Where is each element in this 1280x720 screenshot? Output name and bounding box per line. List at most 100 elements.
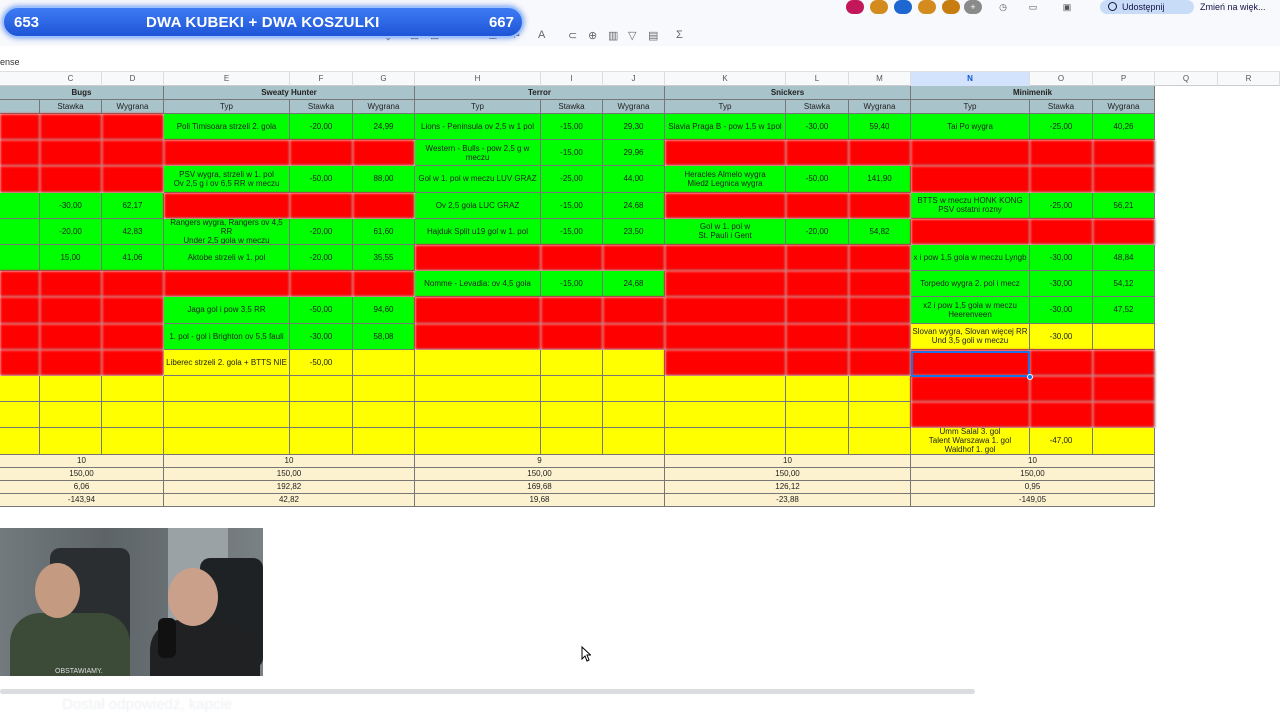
terror-stawka-cell[interactable]: -25,00 <box>541 166 603 193</box>
sweaty-stawka-cell[interactable]: -20,00 <box>290 114 353 141</box>
empty-cell[interactable] <box>665 428 786 455</box>
minimenik-stawka-cell[interactable]: -47,00 <box>1030 428 1093 455</box>
snickers-typ-cell[interactable] <box>665 140 786 167</box>
snickers-stawka-cell[interactable]: -20,00 <box>786 218 849 245</box>
profile-icon[interactable] <box>846 0 864 14</box>
minimenik-typ-cell[interactable] <box>911 376 1030 403</box>
snickers-stawka-cell[interactable] <box>786 297 849 324</box>
bugs-stawka-cell[interactable] <box>40 271 102 298</box>
subheader-stawka[interactable]: Stawka <box>541 100 603 114</box>
subheader-stawka[interactable]: Stawka <box>290 100 353 114</box>
sweaty-stawka-cell[interactable]: -30,00 <box>290 323 353 350</box>
bugs-wygrana-cell[interactable] <box>102 297 164 324</box>
column-header-q[interactable]: Q <box>1155 72 1218 86</box>
extension-icon[interactable] <box>894 0 912 14</box>
terror-wygrana-cell[interactable]: 24,68 <box>603 192 665 219</box>
sweaty-wygrana-cell[interactable] <box>353 192 415 219</box>
fill-handle[interactable] <box>1027 374 1033 380</box>
column-header-n[interactable]: N <box>911 72 1030 86</box>
column-header-k[interactable]: K <box>665 72 786 86</box>
minimenik-stawka-cell[interactable] <box>1030 402 1093 429</box>
bugs-wygrana-cell[interactable] <box>102 114 164 141</box>
snickers-stawka-cell[interactable] <box>786 245 849 272</box>
bugs-typ-cell[interactable] <box>0 245 40 272</box>
column-header-h[interactable]: H <box>415 72 541 86</box>
minimenik-typ-cell[interactable] <box>911 402 1030 429</box>
snickers-wygrana-cell[interactable] <box>849 140 911 167</box>
empty-cell[interactable] <box>164 376 290 403</box>
minimenik-typ-cell[interactable]: BTTS w meczu HONK KONG PSV ostatni rozny <box>911 192 1030 219</box>
terror-stawka-cell[interactable]: -15,00 <box>541 271 603 298</box>
minimenik-wygrana-cell[interactable] <box>1093 402 1155 429</box>
terror-stawka-cell[interactable]: -15,00 <box>541 218 603 245</box>
footer-snickers-row4[interactable]: -23,88 <box>665 493 911 507</box>
filter-views-icon[interactable]: ▤ <box>648 29 658 42</box>
footer-snickers-row3[interactable]: 126,12 <box>665 480 911 494</box>
minimenik-wygrana-cell[interactable] <box>1093 376 1155 403</box>
empty-cell[interactable] <box>849 402 911 429</box>
footer-sweaty-row4[interactable]: 42,82 <box>164 493 415 507</box>
terror-typ-cell[interactable] <box>415 297 541 324</box>
sweaty-wygrana-cell[interactable]: 35,55 <box>353 245 415 272</box>
sweaty-typ-cell[interactable] <box>164 271 290 298</box>
sweaty-stawka-cell[interactable]: -50,00 <box>290 349 353 376</box>
empty-cell[interactable] <box>40 428 102 455</box>
footer-minimenik-row1[interactable]: 10 <box>911 454 1155 468</box>
sweaty-wygrana-cell[interactable]: 94,60 <box>353 297 415 324</box>
empty-cell[interactable] <box>353 376 415 403</box>
extension-icon[interactable] <box>918 0 936 14</box>
empty-cell[interactable] <box>849 376 911 403</box>
bugs-typ-cell[interactable] <box>0 192 40 219</box>
empty-cell[interactable] <box>665 402 786 429</box>
column-header-m[interactable]: M <box>849 72 911 86</box>
add-comment-icon[interactable]: ⊕ <box>588 29 597 42</box>
column-header-f[interactable]: F <box>290 72 353 86</box>
sweaty-typ-cell[interactable] <box>164 192 290 219</box>
terror-wygrana-cell[interactable] <box>603 297 665 324</box>
sweaty-stawka-cell[interactable]: -20,00 <box>290 218 353 245</box>
minimenik-stawka-cell[interactable]: -30,00 <box>1030 271 1093 298</box>
present-icon[interactable]: ▣ <box>1058 0 1076 14</box>
minimenik-stawka-cell[interactable]: -30,00 <box>1030 323 1093 350</box>
empty-cell[interactable] <box>290 428 353 455</box>
sweaty-typ-cell[interactable]: Poli Timisoara strzeli 2. gola <box>164 114 290 141</box>
bugs-stawka-cell[interactable] <box>40 166 102 193</box>
snickers-typ-cell[interactable] <box>665 271 786 298</box>
sweaty-typ-cell[interactable] <box>164 140 290 167</box>
empty-cell[interactable] <box>164 428 290 455</box>
snickers-stawka-cell[interactable] <box>786 349 849 376</box>
minimenik-typ-cell[interactable]: Slovan wygra, Slovan więcej RR Und 3,5 g… <box>911 323 1030 350</box>
snickers-wygrana-cell[interactable] <box>849 192 911 219</box>
snickers-wygrana-cell[interactable] <box>849 323 911 350</box>
minimenik-stawka-cell[interactable] <box>1030 376 1093 403</box>
empty-cell[interactable] <box>290 376 353 403</box>
minimenik-wygrana-cell[interactable] <box>1093 166 1155 193</box>
snickers-stawka-cell[interactable]: -30,00 <box>786 114 849 141</box>
sweaty-wygrana-cell[interactable] <box>353 140 415 167</box>
subheader-stawka[interactable]: Stawka <box>786 100 849 114</box>
terror-typ-cell[interactable]: Lions - Peninsula ov 2,5 w 1 pol <box>415 114 541 141</box>
bugs-wygrana-cell[interactable]: 42,83 <box>102 218 164 245</box>
snickers-wygrana-cell[interactable]: 54,82 <box>849 218 911 245</box>
empty-cell[interactable] <box>603 402 665 429</box>
comment-icon[interactable]: ▭ <box>1024 0 1042 14</box>
minimenik-stawka-cell[interactable] <box>1030 140 1093 167</box>
empty-cell[interactable] <box>541 376 603 403</box>
terror-stawka-cell[interactable] <box>541 323 603 350</box>
sweaty-typ-cell[interactable]: Jaga gol i pow 3,5 RR <box>164 297 290 324</box>
empty-cell[interactable] <box>541 428 603 455</box>
minimenik-stawka-cell[interactable]: -30,00 <box>1030 297 1093 324</box>
empty-cell[interactable] <box>849 428 911 455</box>
empty-cell[interactable] <box>102 376 164 403</box>
formula-bar[interactable]: ense <box>0 52 1280 72</box>
footer-sweaty-row2[interactable]: 150,00 <box>164 467 415 481</box>
rotate-icon[interactable]: A <box>538 29 545 41</box>
minimenik-stawka-cell[interactable]: -25,00 <box>1030 192 1093 219</box>
snickers-typ-cell[interactable]: Slavia Praga B - pow 1,5 w 1pol <box>665 114 786 141</box>
empty-cell[interactable] <box>0 428 40 455</box>
bugs-typ-cell[interactable] <box>0 323 40 350</box>
footer-snickers-row1[interactable]: 10 <box>665 454 911 468</box>
minimenik-typ-cell[interactable]: Tai Po wygra <box>911 114 1030 141</box>
extension-icon[interactable] <box>942 0 960 14</box>
column-header-j[interactable]: J <box>603 72 665 86</box>
